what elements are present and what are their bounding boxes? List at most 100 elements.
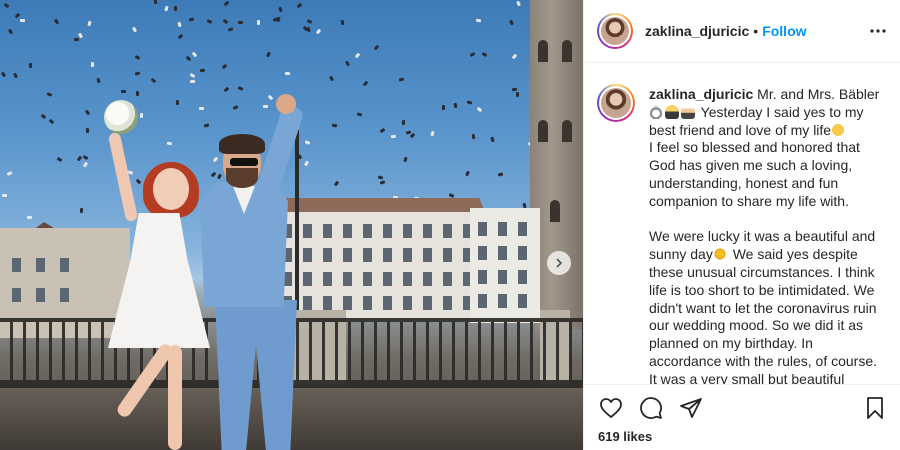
caption-username[interactable]: zaklina_djuricic <box>649 86 753 102</box>
confetti-piece <box>73 37 79 41</box>
confetti-piece <box>305 139 311 145</box>
confetti-piece <box>469 51 475 57</box>
sun-icon <box>712 247 727 262</box>
confetti-piece <box>20 18 26 22</box>
confetti-piece <box>46 92 52 97</box>
confetti-piece <box>1 193 7 197</box>
building-window <box>323 296 332 310</box>
building-window <box>303 224 312 238</box>
like-button[interactable] <box>598 395 624 421</box>
bride-emoji-icon <box>681 104 695 119</box>
confetti-piece <box>53 18 59 25</box>
confetti-piece <box>86 127 90 133</box>
confetti-piece <box>475 18 482 23</box>
more-options-button[interactable] <box>868 21 888 41</box>
confetti-piece <box>203 123 210 128</box>
confetti-piece <box>77 155 83 162</box>
confetti-piece <box>216 173 222 179</box>
confetti-piece <box>139 113 143 119</box>
confetti-piece <box>120 89 126 93</box>
comment-icon <box>640 397 662 419</box>
confetti-piece <box>190 72 196 78</box>
confetti-piece <box>210 171 217 177</box>
building-window <box>478 222 487 236</box>
building-window <box>478 270 487 284</box>
confetti-piece <box>167 141 173 146</box>
confetti-piece <box>516 0 522 7</box>
building-window <box>343 272 352 286</box>
instagram-post: zaklina_djuricic • Follow zaklina_djuric… <box>0 0 900 450</box>
confetti-piece <box>48 118 55 124</box>
confetti-piece <box>509 19 515 25</box>
heart-icon <box>600 398 622 418</box>
paper-plane-icon <box>680 398 702 418</box>
building-middle <box>275 212 485 322</box>
confetti-piece <box>221 64 228 70</box>
building-window <box>518 294 527 308</box>
confetti-piece <box>82 154 89 160</box>
groom-beard <box>226 168 258 188</box>
confetti-piece <box>306 18 313 24</box>
caption-line-4b: We said yes despite these unusual circum… <box>649 246 878 384</box>
bookmark-icon <box>867 397 883 419</box>
confetti-piece <box>362 80 369 87</box>
post-header: zaklina_djuricic • Follow <box>584 0 900 63</box>
confetti-piece <box>14 12 21 19</box>
confetti-piece <box>284 72 291 76</box>
confetti-piece <box>177 22 182 28</box>
confetti-piece <box>331 123 337 128</box>
groom-emoji-icon <box>665 104 679 119</box>
building-window <box>383 296 392 310</box>
avatar[interactable] <box>597 84 635 122</box>
confetti-piece <box>328 75 335 82</box>
confetti-piece <box>511 87 518 92</box>
building-window <box>363 248 372 262</box>
post-photo[interactable] <box>0 0 583 450</box>
confetti-piece <box>398 77 405 82</box>
confetti-piece <box>345 60 351 67</box>
confetti-piece <box>176 99 180 105</box>
confetti-piece <box>207 19 213 24</box>
building-window <box>443 272 452 286</box>
confetti-piece <box>132 26 138 33</box>
confetti-piece <box>390 135 397 139</box>
building-window <box>443 296 452 310</box>
confetti-piece <box>238 20 244 24</box>
confetti-piece <box>164 5 169 12</box>
carousel-next-button[interactable] <box>547 251 571 275</box>
building-window <box>323 224 332 238</box>
smiling-face-with-hearts-icon <box>831 122 846 137</box>
confetti-piece <box>237 86 244 91</box>
building-window <box>478 246 487 260</box>
building-window <box>423 248 432 262</box>
street-lamp <box>295 130 299 320</box>
confetti-piece <box>471 133 476 140</box>
confetti-piece <box>191 51 198 58</box>
confetti-piece <box>26 215 33 220</box>
confetti-piece <box>402 120 406 126</box>
confetti-piece <box>267 95 274 101</box>
confetti-piece <box>40 113 47 119</box>
separator-dot: • <box>753 23 759 39</box>
confetti-piece <box>304 160 310 167</box>
building-window <box>403 296 412 310</box>
confetti-piece <box>482 51 488 57</box>
confetti-piece <box>135 178 142 185</box>
share-button[interactable] <box>678 395 704 421</box>
building-window <box>518 270 527 284</box>
confetti-piece <box>173 5 177 11</box>
confetti-piece <box>7 28 13 35</box>
building-window <box>478 294 487 308</box>
likes-count[interactable]: 619 likes <box>598 429 888 444</box>
confetti-piece <box>227 26 233 32</box>
follow-button[interactable]: Follow <box>762 23 806 39</box>
caption-line-3: I feel so blessed and honored that God h… <box>649 139 860 209</box>
save-button[interactable] <box>862 395 888 421</box>
confetti-piece <box>3 3 10 9</box>
avatar[interactable] <box>597 13 633 49</box>
confetti-piece <box>223 86 230 93</box>
comment-button[interactable] <box>638 395 664 421</box>
confetti-piece <box>256 20 261 26</box>
confetti-piece <box>185 55 192 62</box>
author-username[interactable]: zaklina_djuricic <box>645 23 749 39</box>
